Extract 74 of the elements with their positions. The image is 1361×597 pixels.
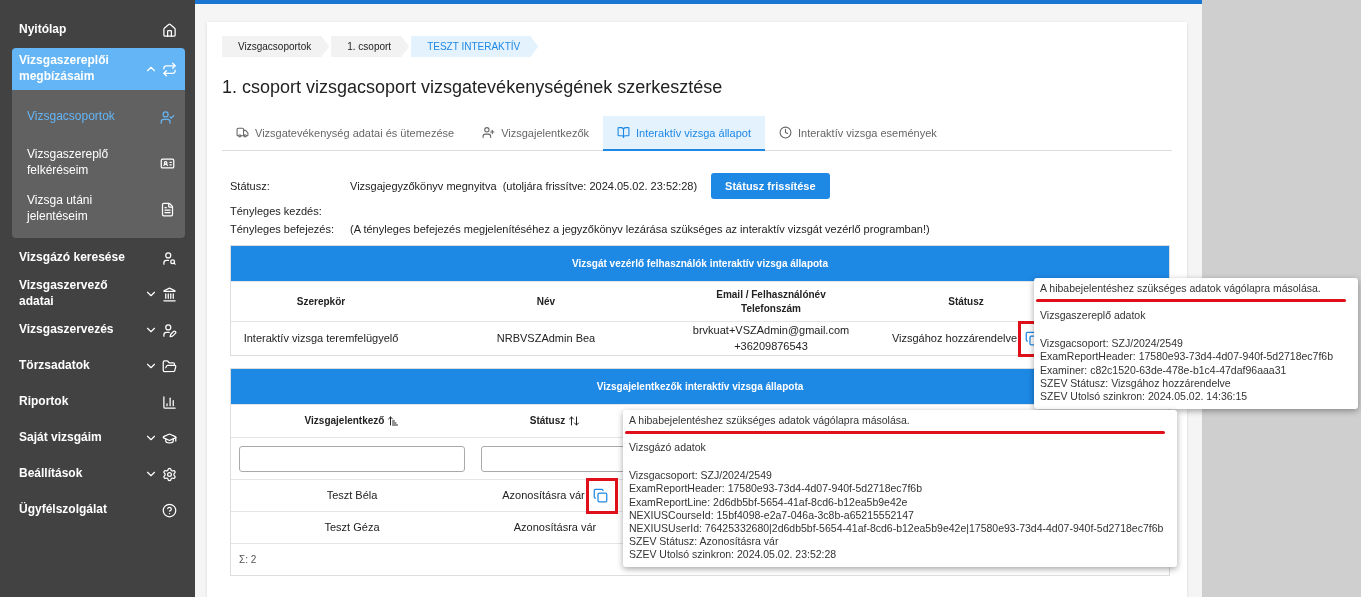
tooltip-line: ExamReportHeader: 17580e93-73d4-4d07-940f-5d2718ec7f6b — [629, 482, 924, 496]
menu-icon — [162, 430, 177, 446]
field-label: Tényleges befejezés: — [230, 223, 335, 235]
menu-icon — [162, 322, 177, 338]
menu-icon — [162, 22, 177, 38]
table-cell-text: Azonosításra vár — [502, 487, 585, 503]
breadcrumb-item[interactable]: 1. csoport — [331, 36, 410, 57]
tooltip-line: Vizsgacsoport: SZJ/2024/2549 — [629, 469, 773, 483]
sidebar-subitem[interactable]: Vizsgaszereplő felkéréseim — [12, 140, 185, 186]
tab[interactable]: Vizsgatevékenység adatai és ütemezése — [222, 116, 469, 151]
breadcrumb-item[interactable]: Vizsgacsoportok — [222, 36, 330, 57]
table-cell-text: Vizsgához hozzárendelve — [891, 330, 1018, 346]
menu-icon — [160, 155, 175, 171]
tooltip-line: NEXIUSCourseId: 15bf4098-e2a7-046a-3c8b-a65215552147 — [629, 508, 915, 522]
tooltip-line: ExamReportHeader: 17580e93-73d4-4d07-940f-5d2718ec7f6b — [1040, 350, 1335, 364]
column-header[interactable]: Státusz — [529, 414, 566, 428]
column-header: Szerepkör — [295, 294, 347, 309]
field-value: (A tényleges befejezés megjelenítéséhez a jegyzőkönyv lezárása szükséges az interaktív vizsgát vezérlő programban!) — [350, 223, 930, 235]
menu-icon — [160, 201, 175, 217]
sidebar-item[interactable]: Vizsgaszervezés — [12, 312, 185, 348]
table-title: Vizsgát vezérlő felhasználók interaktív vizsga állapota — [231, 246, 1169, 281]
sidebar-subitem[interactable]: Vizsga utáni jelentéseim — [12, 186, 185, 232]
sort-ascending-icon[interactable] — [387, 415, 400, 427]
refresh-status-button[interactable]: Státusz frissítése — [711, 173, 830, 199]
table-cell-text: Teszt Géza — [323, 519, 381, 535]
tooltip-line: SZEV Státusz: Vizsgához hozzárendelve — [1040, 376, 1232, 390]
table-cell-text: brvkuat+VSZAdmin@gmail.com +36209876543 — [691, 323, 851, 354]
tooltip-line: Examiner: c82c1520-63de-478e-b1c4-47daf96aaa31 — [1040, 363, 1288, 377]
tooltip-line: SZEV Utolsó szinkron: 2024.05.02. 23:52:28 — [629, 548, 838, 562]
menu-icon — [162, 466, 177, 482]
menu-icon — [162, 286, 177, 302]
tab[interactable]: Interaktív vizsga események — [764, 116, 951, 151]
menu-icon — [162, 502, 177, 518]
tooltip-line: ExamReportLine: 2d6db5bf-5654-41af-8cd6-b12ea5b9e42e — [629, 495, 909, 509]
column-header[interactable]: Vizsgajelentkező — [304, 414, 385, 428]
field-label: Státusz: — [230, 180, 271, 192]
tooltip-title: A hibabejelentéshez szükséges adatok vágólapra másolása. — [629, 414, 910, 426]
sidebar-item[interactable]: Nyitólap — [12, 12, 185, 48]
sidebar-item[interactable]: Beállítások — [12, 456, 185, 492]
filter-field[interactable] — [239, 445, 465, 472]
tab[interactable]: Vizsgajelentkezők — [468, 116, 603, 151]
tooltip-line: SZEV Utolsó szinkron: 2024.05.02. 14:36:15 — [1040, 389, 1249, 403]
column-header: Név — [535, 294, 557, 309]
table-cell-text: Azonosításra vár — [513, 519, 597, 535]
sidebar-item[interactable]: Ügyfélszolgálat — [12, 492, 185, 528]
table-cell-text: Teszt Béla — [325, 487, 379, 503]
field-value: Vizsgajegyzőkönyv megnyitva (utoljára frissítve: 2024.05.02. 23:52:28) — [350, 180, 698, 192]
tab-icon — [778, 126, 792, 139]
field-label: Tényleges kezdés: — [230, 205, 323, 217]
sidebar-item[interactable]: Vizsgázó keresése — [12, 240, 185, 276]
menu-icon — [162, 250, 177, 266]
tooltip-heading: Vizsgázó adatok — [629, 441, 707, 455]
tab-icon — [236, 126, 249, 139]
tab-icon — [482, 126, 496, 139]
tooltip-title: A hibabejelentéshez szükséges adatok vágólapra másolása. — [1040, 282, 1321, 294]
menu-icon — [162, 61, 177, 77]
table-cell-text: NRBVSZAdmin Bea — [495, 330, 597, 346]
page-title: 1. csoport vizsgacsoport vizsgatevékenységének szerkesztése — [222, 77, 724, 98]
column-header: Email / Felhasználónév Telefonszám — [715, 287, 827, 316]
menu-icon — [162, 394, 177, 410]
sort-arrows-icon[interactable] — [568, 415, 581, 427]
sidebar-item[interactable]: Riportok — [12, 384, 185, 420]
sidebar-item[interactable]: Vizsgaszervező adatai — [12, 276, 185, 312]
tooltip-line: NEXIUSUserId: 76425332680|2d6db5bf-5654-41af-8cd6-b12ea5b9e42e|17580e93-73d4-4d07-940f-5d2718ec7f6b — [629, 521, 1165, 535]
sidebar-item[interactable]: Saját vizsgáim — [12, 420, 185, 456]
copy-icon[interactable] — [592, 488, 608, 503]
menu-icon — [160, 109, 175, 125]
column-header: Státusz — [947, 294, 985, 309]
menu-icon — [162, 358, 177, 374]
tooltip-heading: Vizsgaszereplő adatok — [1040, 309, 1147, 323]
sidebar-item[interactable]: Törzsadatok — [12, 348, 185, 384]
tab-icon — [617, 126, 630, 139]
tooltip-line: Vizsgacsoport: SZJ/2024/2549 — [1040, 337, 1184, 351]
table-cell-text: Interaktív vizsga teremfelügyelő — [242, 330, 400, 346]
